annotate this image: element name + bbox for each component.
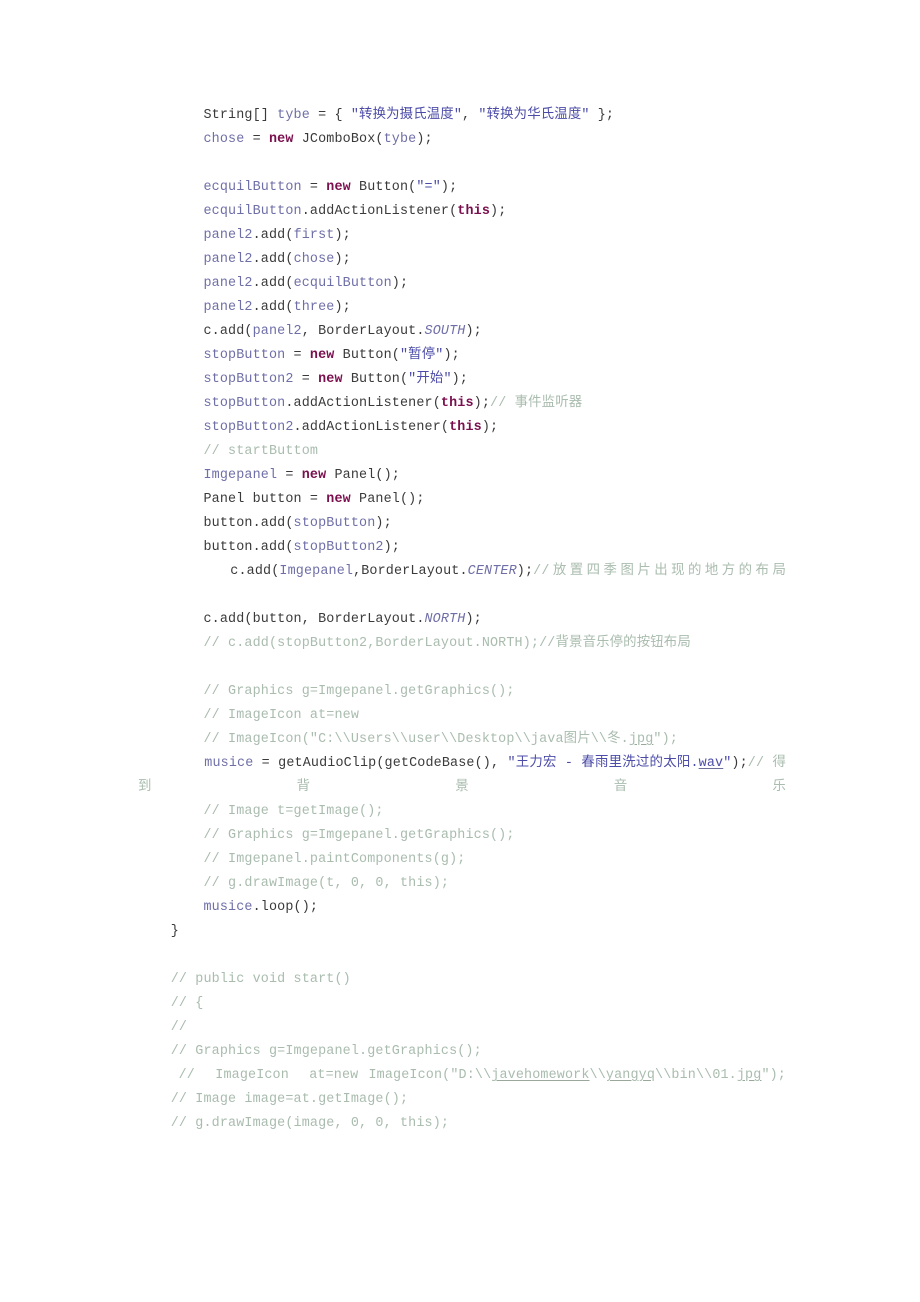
code-line: ecquilButton = new Button("="); (203, 180, 458, 195)
code-line: c.add(panel2, BorderLayout.SOUTH); (138, 324, 482, 339)
code-line-comment: // Graphics g=Imgepanel.getGraphics(); (203, 684, 515, 699)
code-line-comment: // g.drawImage(image, 0, 0, this); (170, 1116, 450, 1131)
code-line: ecquilButton.addActionListener(this); (203, 204, 507, 219)
code-line-comment: // ImageIcon("C:\\Users\\user\\Desktop\\… (203, 732, 678, 747)
code-line: panel2.add(three); (203, 300, 351, 315)
code-line-comment: // g.drawImage(t, 0, 0, this); (203, 876, 450, 891)
code-line-comment: // startButtom (203, 444, 319, 459)
code-line: chose = new JComboBox(tybe); (203, 132, 433, 147)
code-line: stopButton = new Button("暂停"); (203, 348, 460, 363)
code-line-wrapped-comment: // ImageIcon at=new ImageIcon("D:\\javeh… (178, 1068, 786, 1083)
code-line: panel2.add(ecquilButton); (203, 276, 409, 291)
code-line-comment: // (170, 1020, 188, 1035)
code-line: Imgepanel = new Panel(); (203, 468, 400, 483)
code-line-comment: // { (170, 996, 204, 1011)
code-line-comment: // Image image=at.getImage(); (170, 1092, 409, 1107)
code-line: String[] tybe = { "转换为摄氏温度", "转换为华氏温度" }… (138, 108, 615, 123)
code-line: button.add(stopButton2); (138, 540, 400, 555)
code-line-comment: // Graphics g=Imgepanel.getGraphics(); (203, 828, 515, 843)
code-line-comment: // public void start() (170, 972, 351, 987)
code-listing: String[] tybe = { "转换为摄氏温度", "转换为华氏温度" }… (138, 104, 786, 1136)
code-line-comment: // Imgepanel.paintComponents(g); (203, 852, 466, 867)
code-line-wrapped: musice = getAudioClip(getCodeBase(), "王力… (138, 756, 786, 795)
code-line: } (138, 924, 179, 939)
code-line: c.add(button, BorderLayout.NORTH); (138, 612, 482, 627)
code-line-comment: // c.add(stopButton2,BorderLayout.NORTH)… (203, 636, 691, 651)
code-line: musice.loop(); (203, 900, 319, 915)
document-page: String[] tybe = { "转换为摄氏温度", "转换为华氏温度" }… (0, 0, 920, 1302)
code-line-wrapped: c.add(Imgepanel,BorderLayout.CENTER);//放… (138, 564, 786, 579)
code-line: stopButton.addActionListener(this);// 事件… (203, 396, 583, 411)
code-line: panel2.add(first); (203, 228, 351, 243)
code-line: button.add(stopButton); (138, 516, 392, 531)
code-line: stopButton2 = new Button("开始"); (203, 372, 468, 387)
code-line: Panel button = new Panel(); (138, 492, 425, 507)
code-line: stopButton2.addActionListener(this); (203, 420, 499, 435)
code-line-comment: // ImageIcon at=new (203, 708, 360, 723)
code-line: panel2.add(chose); (203, 252, 351, 267)
code-line-comment: // Image t=getImage(); (203, 804, 384, 819)
code-line-comment: // Graphics g=Imgepanel.getGraphics(); (170, 1044, 482, 1059)
